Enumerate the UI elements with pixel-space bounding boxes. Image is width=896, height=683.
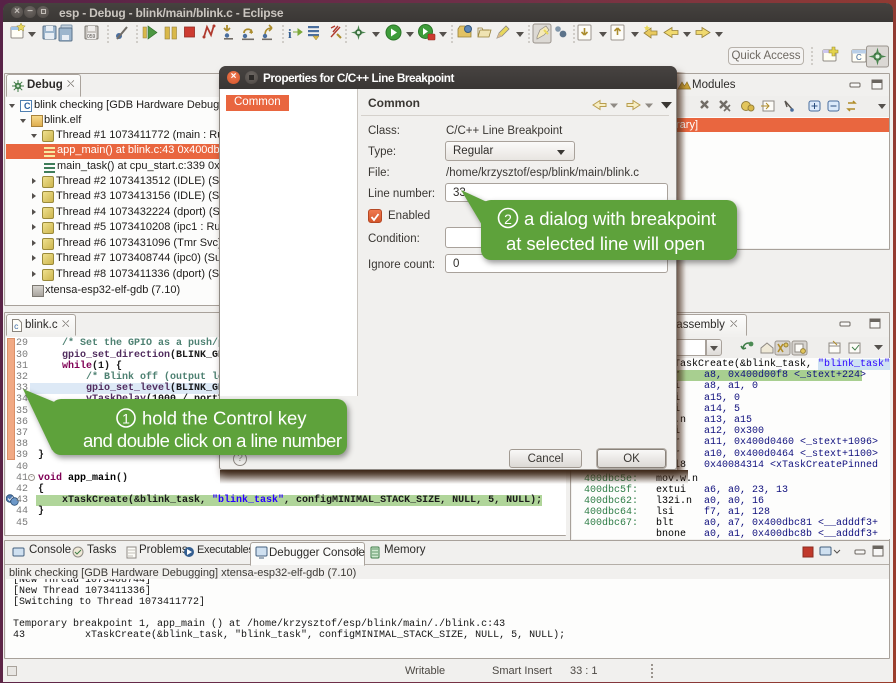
svg-text:at selected line will open: at selected line will open xyxy=(506,233,705,254)
svg-text:a dialog with breakpoint: a dialog with breakpoint xyxy=(524,208,716,229)
svg-text:1: 1 xyxy=(122,411,130,427)
svg-text:hold the Control key: hold the Control key xyxy=(142,408,307,429)
svg-text:and double click on a line num: and double click on a line number xyxy=(83,430,342,451)
svg-text:2: 2 xyxy=(504,211,512,227)
